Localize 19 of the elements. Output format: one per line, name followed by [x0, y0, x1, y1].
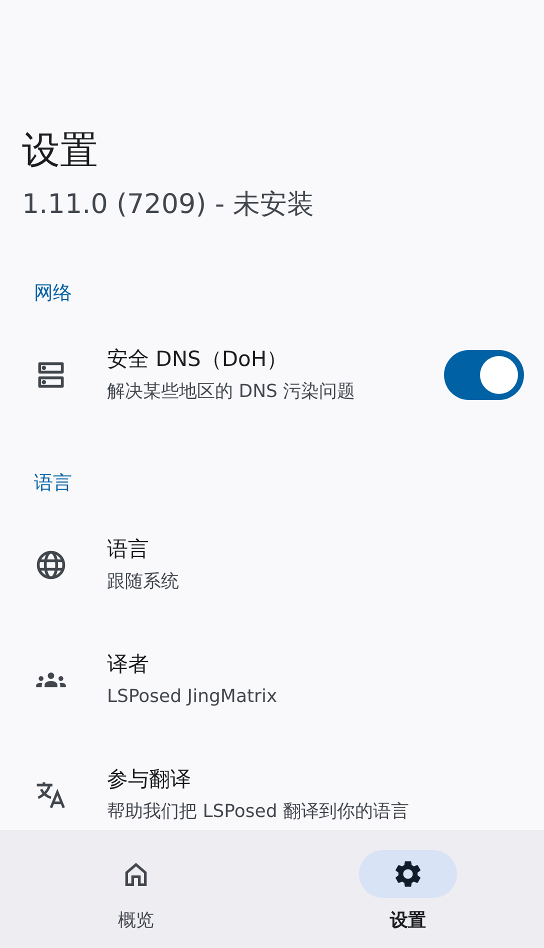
item-title: 语言 — [107, 536, 150, 562]
toggle-switch[interactable] — [444, 350, 524, 400]
settings-item[interactable]: 译者 LSPosed JingMatrix — [0, 622, 544, 737]
section-header: 语言 — [33, 471, 73, 496]
item-subtitle: 跟随系统 — [107, 570, 180, 594]
item-subtitle: 解决某些地区的 DNS 污染问题 — [107, 380, 356, 404]
item-subtitle: 帮助我们把 LSPosed 翻译到你的语言 — [107, 800, 410, 824]
settings-item[interactable]: 参与翻译 帮助我们把 LSPosed 翻译到你的语言 — [0, 737, 544, 830]
item-title: 安全 DNS（DoH） — [107, 346, 289, 372]
item-title: 参与翻译 — [107, 766, 192, 792]
version-text: 1.11.0 (7209) - 未安装 — [21, 188, 316, 222]
settings-item[interactable]: 语言 跟随系统 — [0, 507, 544, 622]
nav-tab[interactable]: 设置 — [272, 830, 544, 948]
settings-item[interactable]: 安全 DNS（DoH） 解决某些地区的 DNS 污染问题 — [0, 317, 544, 432]
item-subtitle: LSPosed JingMatrix — [107, 684, 278, 708]
section-header: 网络 — [33, 281, 73, 306]
nav-tab[interactable]: 概览 — [0, 830, 272, 948]
page-title: 设置 — [21, 127, 99, 174]
item-title: 译者 — [107, 650, 150, 678]
